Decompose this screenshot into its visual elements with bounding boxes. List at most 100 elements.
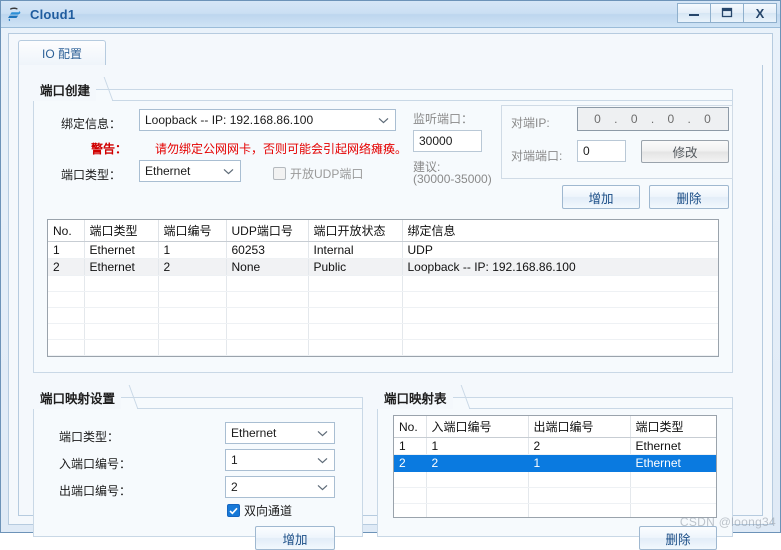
delete-port-button[interactable]: 删除	[649, 185, 729, 209]
tab-label: IO 配置	[41, 47, 82, 61]
chevron-down-icon	[314, 477, 330, 497]
binding-info-select[interactable]: Loopback -- IP: 192.168.86.100	[139, 109, 396, 131]
port-table-header-cell: 端口类型	[84, 220, 159, 242]
minimize-button[interactable]	[677, 3, 711, 23]
caption-line	[112, 100, 733, 101]
group-port-create-caption: 端口创建	[33, 77, 733, 101]
add-mapping-button[interactable]: 增加	[255, 526, 335, 550]
table-row-empty[interactable]	[48, 323, 718, 340]
mapping-table[interactable]: No. 入端口编号 出端口编号 端口类型 1 1 2 Ethernet 2 2 …	[393, 415, 717, 518]
mapping-table-cell: Ethernet	[630, 454, 716, 472]
mapping-table-header-row: No. 入端口编号 出端口编号 端口类型	[394, 416, 716, 438]
cloud-network-icon	[7, 5, 25, 23]
add-mapping-button-label: 增加	[282, 532, 308, 547]
port-table-cell: UDP	[402, 241, 718, 259]
title-bar: Cloud1 X	[1, 1, 780, 28]
delete-mapping-button[interactable]: 删除	[639, 526, 717, 550]
binding-info-value: Loopback -- IP: 192.168.86.100	[145, 113, 314, 127]
mapping-table-grid: No. 入端口编号 出端口编号 端口类型 1 1 2 Ethernet 2 2 …	[394, 416, 716, 517]
maximize-button[interactable]	[710, 3, 744, 23]
port-table-header-row: No. 端口类型 端口编号 UDP端口号 端口开放状态 绑定信息	[48, 220, 718, 242]
mapping-port-type-select[interactable]: Ethernet	[225, 422, 335, 444]
content-area: IO 配置 端口创建 绑定信息： Loopback -- IP: 192.168…	[8, 33, 773, 550]
close-button[interactable]: X	[743, 3, 777, 23]
add-port-button[interactable]: 增加	[562, 185, 640, 209]
mapping-table-header-cell: 入端口编号	[426, 416, 529, 438]
bidirectional-checkbox-label: 双向通道	[244, 504, 293, 518]
modify-button[interactable]: 修改	[641, 140, 729, 163]
mapping-table-cell: 2	[426, 454, 529, 472]
mapping-port-type-label: 端口类型：	[59, 430, 120, 444]
port-table[interactable]: No. 端口类型 端口编号 UDP端口号 端口开放状态 绑定信息 1 Ether…	[47, 219, 719, 357]
suggest-range: (30000-35000)	[413, 172, 492, 186]
chevron-down-icon	[375, 110, 391, 130]
port-table-cell: 2	[158, 258, 227, 276]
tab-panel-io-config: 端口创建 绑定信息： Loopback -- IP: 192.168.86.10…	[18, 65, 763, 550]
caption-slant	[96, 77, 112, 101]
peer-ip-label: 对端IP:	[511, 116, 550, 130]
peer-port-input[interactable]: 0	[577, 140, 626, 162]
mapping-table-cell: 2	[394, 454, 427, 472]
delete-port-button-label: 删除	[676, 191, 702, 206]
udp-port-checkbox[interactable]: 开放UDP端口	[273, 165, 363, 182]
table-row-empty[interactable]	[48, 339, 718, 356]
group-caption-text: 端口创建	[33, 77, 97, 101]
ip-dot-separator: .	[687, 112, 692, 126]
watermark: CSDN @loong34	[679, 515, 776, 529]
table-row-empty[interactable]	[394, 503, 716, 517]
ip-dot-separator: .	[650, 112, 656, 126]
port-type-select[interactable]: Ethernet	[139, 160, 241, 182]
port-table-cell: 2	[48, 258, 85, 276]
group-mapping-settings: 端口映射设置 端口类型： Ethernet 入端口编号： 1 出端口编号： 2 …	[33, 385, 363, 550]
mapping-table-header-cell: No.	[394, 416, 427, 438]
in-port-number-select[interactable]: 1	[225, 449, 335, 471]
mapping-table-header-cell: 出端口编号	[528, 416, 631, 438]
table-row-empty[interactable]	[48, 291, 718, 308]
table-row[interactable]: 1 Ethernet 1 60253 Internal UDP	[48, 241, 718, 259]
caption-line	[137, 408, 363, 409]
table-row-empty[interactable]	[394, 487, 716, 504]
peer-port-label: 对端端口:	[511, 149, 563, 163]
tab-io-config[interactable]: IO 配置	[18, 40, 106, 66]
group-mapping-table-caption: 端口映射表	[377, 385, 733, 409]
window-title: Cloud1	[30, 6, 76, 22]
application-window: Cloud1 X IO 配置 端口创建 绑定信息： Loopback -- IP…	[0, 0, 781, 550]
out-port-number-select[interactable]: 2	[225, 476, 335, 498]
out-port-number-label: 出端口编号：	[59, 484, 132, 498]
listen-port-label: 监听端口：	[413, 112, 474, 126]
peer-ip-octet-3: 0	[667, 112, 676, 126]
bidirectional-checkbox[interactable]: 双向通道	[227, 502, 292, 519]
peer-port-value: 0	[583, 144, 590, 158]
checkbox-box	[273, 167, 286, 180]
mapping-table-cell: Ethernet	[630, 437, 716, 455]
chevron-down-icon	[314, 450, 330, 470]
table-row-selected[interactable]: 2 2 1 Ethernet	[394, 454, 716, 472]
listen-port-input[interactable]: 30000	[413, 130, 482, 152]
group-port-create: 端口创建 绑定信息： Loopback -- IP: 192.168.86.10…	[33, 77, 733, 373]
peer-ip-input[interactable]: 0 . 0 . 0 . 0	[577, 107, 729, 131]
port-table-header-cell: No.	[48, 220, 85, 242]
mapping-port-type-value: Ethernet	[231, 426, 277, 440]
port-table-cell: 1	[48, 241, 85, 259]
chevron-down-icon	[314, 423, 330, 443]
group-caption-text: 端口映射表	[377, 385, 453, 409]
table-row-empty[interactable]	[394, 471, 716, 488]
table-row[interactable]: 2 Ethernet 2 None Public Loopback -- IP:…	[48, 258, 718, 276]
table-row-empty[interactable]	[48, 275, 718, 292]
port-table-grid: No. 端口类型 端口编号 UDP端口号 端口开放状态 绑定信息 1 Ether…	[48, 220, 718, 356]
peer-ip-octet-2: 0	[630, 112, 639, 126]
mapping-table-cell: 1	[528, 454, 631, 472]
caption-line	[468, 408, 733, 409]
table-row[interactable]: 1 1 2 Ethernet	[394, 437, 716, 455]
mapping-table-header-cell: 端口类型	[630, 416, 716, 438]
port-table-cell: Ethernet	[84, 258, 159, 276]
tab-strip: IO 配置	[18, 40, 763, 66]
caption-slant	[121, 385, 137, 409]
port-table-cell: None	[226, 258, 309, 276]
table-row-empty[interactable]	[48, 307, 718, 324]
caption-slant	[453, 385, 469, 409]
close-icon: X	[755, 5, 765, 21]
port-table-header-cell: UDP端口号	[226, 220, 309, 242]
delete-mapping-button-label: 删除	[665, 532, 691, 547]
ip-dot-separator: .	[614, 112, 619, 126]
